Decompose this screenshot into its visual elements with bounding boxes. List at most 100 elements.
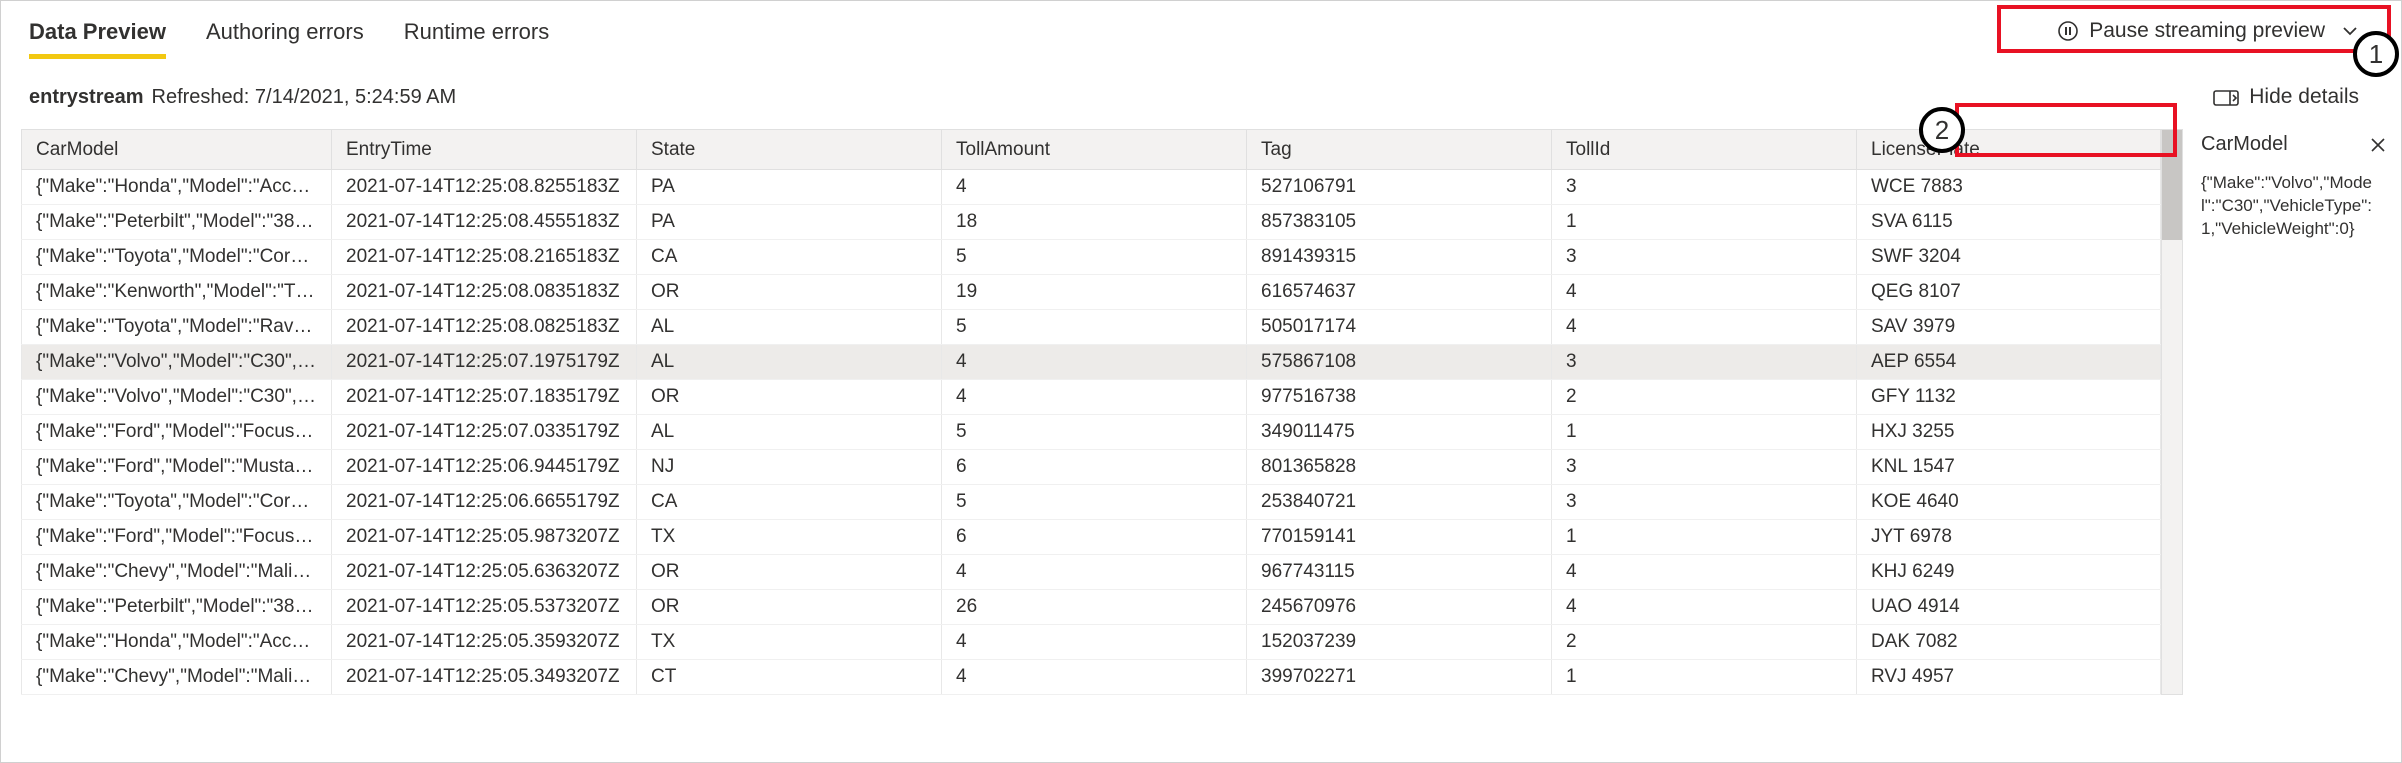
table-row[interactable]: {"Make":"Volvo","Model":"C30","Veh2021-0… [22,345,2161,380]
cell-tollamount[interactable]: 4 [942,660,1247,695]
cell-tollamount[interactable]: 4 [942,380,1247,415]
cell-entrytime[interactable]: 2021-07-14T12:25:05.5373207Z [332,590,637,625]
cell-carmodel[interactable]: {"Make":"Ford","Model":"Mustang", [22,450,332,485]
table-row[interactable]: {"Make":"Chevy","Model":"Malibu",2021-07… [22,555,2161,590]
cell-tollid[interactable]: 1 [1552,415,1857,450]
cell-entrytime[interactable]: 2021-07-14T12:25:07.0335179Z [332,415,637,450]
cell-tag[interactable]: 505017174 [1247,310,1552,345]
cell-tollamount[interactable]: 4 [942,555,1247,590]
tab-runtime-errors[interactable]: Runtime errors [404,5,549,57]
cell-entrytime[interactable]: 2021-07-14T12:25:07.1835179Z [332,380,637,415]
cell-tollid[interactable]: 3 [1552,450,1857,485]
cell-carmodel[interactable]: {"Make":"Chevy","Model":"Malibu", [22,555,332,590]
cell-state[interactable]: TX [637,625,942,660]
cell-plate[interactable]: JYT 6978 [1857,520,2161,555]
table-row[interactable]: {"Make":"Honda","Model":"Accord",2021-07… [22,170,2161,205]
cell-tag[interactable]: 399702271 [1247,660,1552,695]
close-icon[interactable] [2369,136,2387,154]
cell-tollid[interactable]: 3 [1552,170,1857,205]
cell-carmodel[interactable]: {"Make":"Ford","Model":"Focus","Vel [22,520,332,555]
cell-tollamount[interactable]: 5 [942,485,1247,520]
cell-plate[interactable]: KOE 4640 [1857,485,2161,520]
cell-plate[interactable]: HXJ 3255 [1857,415,2161,450]
cell-entrytime[interactable]: 2021-07-14T12:25:05.3593207Z [332,625,637,660]
table-row[interactable]: {"Make":"Peterbilt","Model":"389","V2021… [22,590,2161,625]
col-header-tag[interactable]: Tag [1247,130,1552,170]
tab-authoring-errors[interactable]: Authoring errors [206,5,364,57]
col-header-carmodel[interactable]: CarModel [22,130,332,170]
col-header-licenseplate[interactable]: LicensePlate [1857,130,2161,170]
cell-plate[interactable]: KHJ 6249 [1857,555,2161,590]
cell-entrytime[interactable]: 2021-07-14T12:25:05.9873207Z [332,520,637,555]
cell-entrytime[interactable]: 2021-07-14T12:25:08.0825183Z [332,310,637,345]
cell-carmodel[interactable]: {"Make":"Honda","Model":"Accord", [22,170,332,205]
cell-state[interactable]: CA [637,485,942,520]
cell-plate[interactable]: KNL 1547 [1857,450,2161,485]
cell-tag[interactable]: 245670976 [1247,590,1552,625]
cell-tag[interactable]: 977516738 [1247,380,1552,415]
cell-plate[interactable]: RVJ 4957 [1857,660,2161,695]
cell-carmodel[interactable]: {"Make":"Volvo","Model":"C30","Veh [22,380,332,415]
cell-tag[interactable]: 253840721 [1247,485,1552,520]
vertical-scrollbar[interactable] [2161,129,2183,695]
cell-state[interactable]: CA [637,240,942,275]
cell-state[interactable]: OR [637,555,942,590]
cell-tollamount[interactable]: 6 [942,520,1247,555]
cell-tollid[interactable]: 2 [1552,625,1857,660]
cell-carmodel[interactable]: {"Make":"Volvo","Model":"C30","Veh [22,345,332,380]
cell-carmodel[interactable]: {"Make":"Chevy","Model":"Malibu", [22,660,332,695]
cell-plate[interactable]: UAO 4914 [1857,590,2161,625]
table-row[interactable]: {"Make":"Chevy","Model":"Malibu",2021-07… [22,660,2161,695]
cell-carmodel[interactable]: {"Make":"Peterbilt","Model":"389","V [22,590,332,625]
cell-tollamount[interactable]: 6 [942,450,1247,485]
pause-streaming-button[interactable]: Pause streaming preview [2043,13,2373,49]
cell-carmodel[interactable]: {"Make":"Honda","Model":"Accord", [22,625,332,660]
table-row[interactable]: {"Make":"Volvo","Model":"C30","Veh2021-0… [22,380,2161,415]
cell-entrytime[interactable]: 2021-07-14T12:25:08.0835183Z [332,275,637,310]
cell-tollamount[interactable]: 26 [942,590,1247,625]
cell-plate[interactable]: SVA 6115 [1857,205,2161,240]
cell-entrytime[interactable]: 2021-07-14T12:25:08.4555183Z [332,205,637,240]
cell-plate[interactable]: DAK 7082 [1857,625,2161,660]
cell-state[interactable]: AL [637,310,942,345]
cell-state[interactable]: OR [637,380,942,415]
cell-plate[interactable]: WCE 7883 [1857,170,2161,205]
cell-plate[interactable]: SAV 3979 [1857,310,2161,345]
cell-tollid[interactable]: 4 [1552,275,1857,310]
cell-tollamount[interactable]: 4 [942,345,1247,380]
cell-entrytime[interactable]: 2021-07-14T12:25:06.9445179Z [332,450,637,485]
cell-tollid[interactable]: 3 [1552,485,1857,520]
cell-entrytime[interactable]: 2021-07-14T12:25:05.3493207Z [332,660,637,695]
cell-tollamount[interactable]: 5 [942,415,1247,450]
cell-tollamount[interactable]: 5 [942,310,1247,345]
cell-tollamount[interactable]: 5 [942,240,1247,275]
cell-tag[interactable]: 575867108 [1247,345,1552,380]
table-row[interactable]: {"Make":"Ford","Model":"Focus","Vel2021-… [22,415,2161,450]
tab-data-preview[interactable]: Data Preview [29,5,166,57]
cell-state[interactable]: OR [637,590,942,625]
table-row[interactable]: {"Make":"Ford","Model":"Mustang",2021-07… [22,450,2161,485]
cell-plate[interactable]: AEP 6554 [1857,345,2161,380]
cell-plate[interactable]: QEG 8107 [1857,275,2161,310]
cell-state[interactable]: TX [637,520,942,555]
cell-tollid[interactable]: 1 [1552,520,1857,555]
col-header-state[interactable]: State [637,130,942,170]
cell-tag[interactable]: 616574637 [1247,275,1552,310]
cell-tag[interactable]: 152037239 [1247,625,1552,660]
cell-state[interactable]: AL [637,415,942,450]
cell-tollid[interactable]: 4 [1552,555,1857,590]
cell-plate[interactable]: GFY 1132 [1857,380,2161,415]
cell-state[interactable]: PA [637,205,942,240]
cell-tollamount[interactable]: 4 [942,170,1247,205]
table-row[interactable]: {"Make":"Peterbilt","Model":"389","V2021… [22,205,2161,240]
cell-tag[interactable]: 801365828 [1247,450,1552,485]
cell-state[interactable]: NJ [637,450,942,485]
table-row[interactable]: {"Make":"Ford","Model":"Focus","Vel2021-… [22,520,2161,555]
cell-tag[interactable]: 527106791 [1247,170,1552,205]
cell-tollid[interactable]: 4 [1552,590,1857,625]
cell-entrytime[interactable]: 2021-07-14T12:25:05.6363207Z [332,555,637,590]
col-header-entrytime[interactable]: EntryTime [332,130,637,170]
cell-carmodel[interactable]: {"Make":"Toyota","Model":"Rav4","Ve [22,310,332,345]
cell-tollid[interactable]: 1 [1552,660,1857,695]
cell-state[interactable]: CT [637,660,942,695]
